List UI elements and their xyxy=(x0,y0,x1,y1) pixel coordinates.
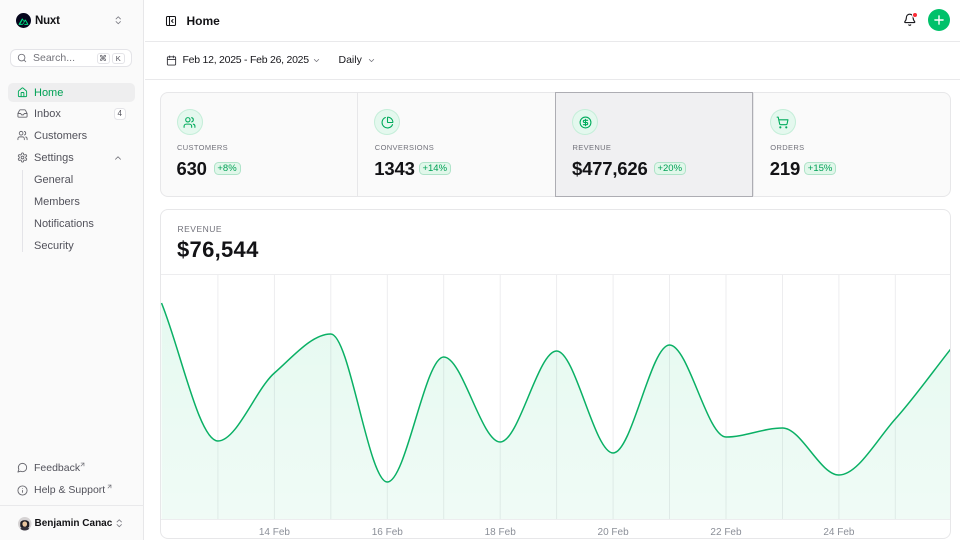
svg-text:16 Feb: 16 Feb xyxy=(371,527,403,538)
svg-text:20 Feb: 20 Feb xyxy=(597,527,629,538)
svg-text:22 Feb: 22 Feb xyxy=(710,527,742,538)
svg-text:18 Feb: 18 Feb xyxy=(484,527,516,538)
svg-text:14 Feb: 14 Feb xyxy=(258,527,290,538)
svg-text:24 Feb: 24 Feb xyxy=(823,527,855,538)
